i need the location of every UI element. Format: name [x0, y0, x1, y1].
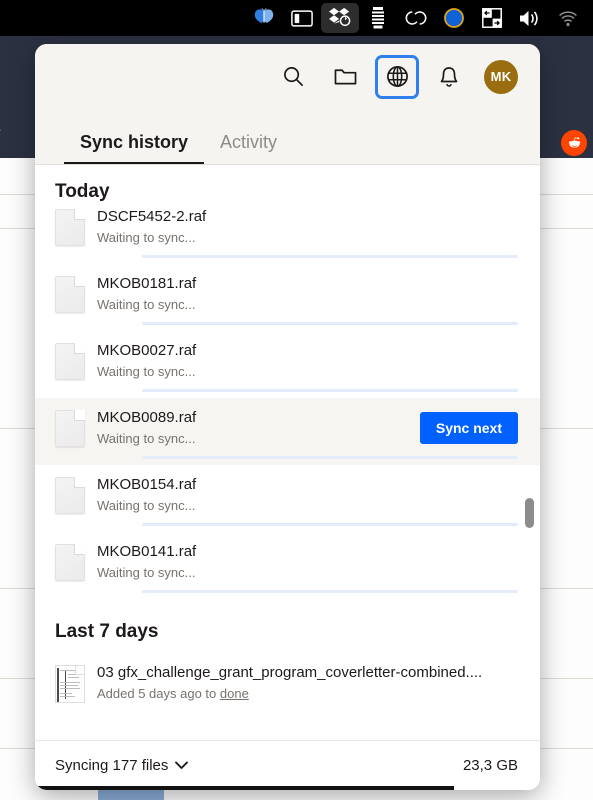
- reddit-icon: [561, 130, 587, 156]
- destination-folder-link[interactable]: done: [220, 686, 249, 701]
- folder-icon[interactable]: [328, 60, 362, 94]
- airplay-icon[interactable]: [549, 3, 587, 33]
- screen: ot Ope •••: [0, 0, 593, 800]
- battery-stack-icon[interactable]: [359, 3, 397, 33]
- sync-progress-bar: [142, 523, 518, 526]
- window-tiling-icon[interactable]: [473, 3, 511, 33]
- file-name: 03 gfx_challenge_grant_program_coverlett…: [97, 663, 518, 682]
- tab-bar: Sync history Activity: [35, 109, 540, 165]
- file-name: MKOB0089.raf: [97, 408, 420, 427]
- sync-progress-bar: [142, 590, 518, 593]
- display-icon[interactable]: [283, 3, 321, 33]
- tab-activity[interactable]: Activity: [204, 132, 293, 165]
- file-status: Waiting to sync...: [97, 230, 518, 246]
- list-item[interactable]: DSCF5452-2.raf Waiting to sync...: [35, 197, 540, 264]
- chevron-down-icon: [175, 761, 188, 770]
- adobe-creative-cloud-icon[interactable]: [397, 3, 435, 33]
- file-icon: [55, 276, 85, 313]
- storage-size-label: 23,3 GB: [463, 757, 518, 774]
- bell-icon[interactable]: [432, 60, 466, 94]
- file-name: MKOB0027.raf: [97, 341, 518, 360]
- sync-next-button[interactable]: Sync next: [420, 412, 518, 444]
- blue-circle-icon[interactable]: [435, 3, 473, 33]
- macos-menu-bar: [0, 0, 593, 36]
- globe-icon[interactable]: [380, 60, 414, 94]
- tab-sync-history[interactable]: Sync history: [64, 132, 204, 165]
- list-scrollbar[interactable]: [524, 165, 536, 740]
- file-status: Waiting to sync...: [97, 364, 518, 380]
- list-item[interactable]: MKOB0089.raf Waiting to sync... Sync nex…: [35, 398, 540, 465]
- volume-icon[interactable]: [511, 3, 549, 33]
- panel-header: MK Sync history Activity: [35, 44, 540, 165]
- file-status-prefix: Added 5 days ago to: [97, 686, 220, 701]
- file-name: MKOB0141.raf: [97, 542, 518, 561]
- file-name: MKOB0181.raf: [97, 274, 518, 293]
- avatar-initials: MK: [491, 69, 512, 84]
- overall-progress-fill: [35, 786, 454, 790]
- file-status: Waiting to sync...: [97, 431, 420, 447]
- sync-history-list[interactable]: Today DSCF5452-2.raf Waiting to sync... …: [35, 165, 540, 740]
- sync-progress-bar: [142, 389, 518, 392]
- syncing-status-label: Syncing 177 files: [55, 757, 168, 774]
- file-status: Waiting to sync...: [97, 297, 518, 313]
- file-icon: [55, 410, 85, 447]
- file-name: DSCF5452-2.raf: [97, 207, 518, 226]
- file-status: Waiting to sync...: [97, 565, 518, 581]
- file-icon: [55, 343, 85, 380]
- list-item[interactable]: MKOB0154.raf Waiting to sync...: [35, 465, 540, 532]
- panel-footer: Syncing 177 files 23,3 GB: [35, 740, 540, 790]
- list-item[interactable]: MKOB0181.raf Waiting to sync...: [35, 264, 540, 331]
- file-status: Added 5 days ago to done: [97, 686, 518, 702]
- user-avatar[interactable]: MK: [484, 60, 518, 94]
- document-thumbnail-icon: [55, 665, 85, 703]
- dropbox-sync-icon[interactable]: [321, 3, 359, 33]
- list-item[interactable]: 03 gfx_challenge_grant_program_coverlett…: [35, 653, 540, 720]
- header-icon-row: MK: [35, 44, 540, 109]
- list-item[interactable]: MKOB0141.raf Waiting to sync...: [35, 532, 540, 599]
- file-icon: [55, 477, 85, 514]
- background-nav-text: ot Ope: [0, 122, 1, 139]
- file-name: MKOB0154.raf: [97, 475, 518, 494]
- search-icon[interactable]: [276, 60, 310, 94]
- section-title-last-7-days: Last 7 days: [35, 599, 540, 653]
- sync-progress-bar: [142, 322, 518, 325]
- sync-progress-bar: [142, 456, 518, 459]
- syncing-status-menu[interactable]: Syncing 177 files: [55, 757, 188, 774]
- dropbox-popover: MK Sync history Activity Today DSCF5452-…: [35, 44, 540, 790]
- list-item[interactable]: MKOB0027.raf Waiting to sync...: [35, 331, 540, 398]
- file-status: Waiting to sync...: [97, 498, 518, 514]
- scrollbar-thumb[interactable]: [525, 498, 534, 528]
- file-icon: [55, 209, 85, 246]
- file-icon: [55, 544, 85, 581]
- sync-progress-bar: [142, 255, 518, 258]
- butterfly-icon[interactable]: [245, 3, 283, 33]
